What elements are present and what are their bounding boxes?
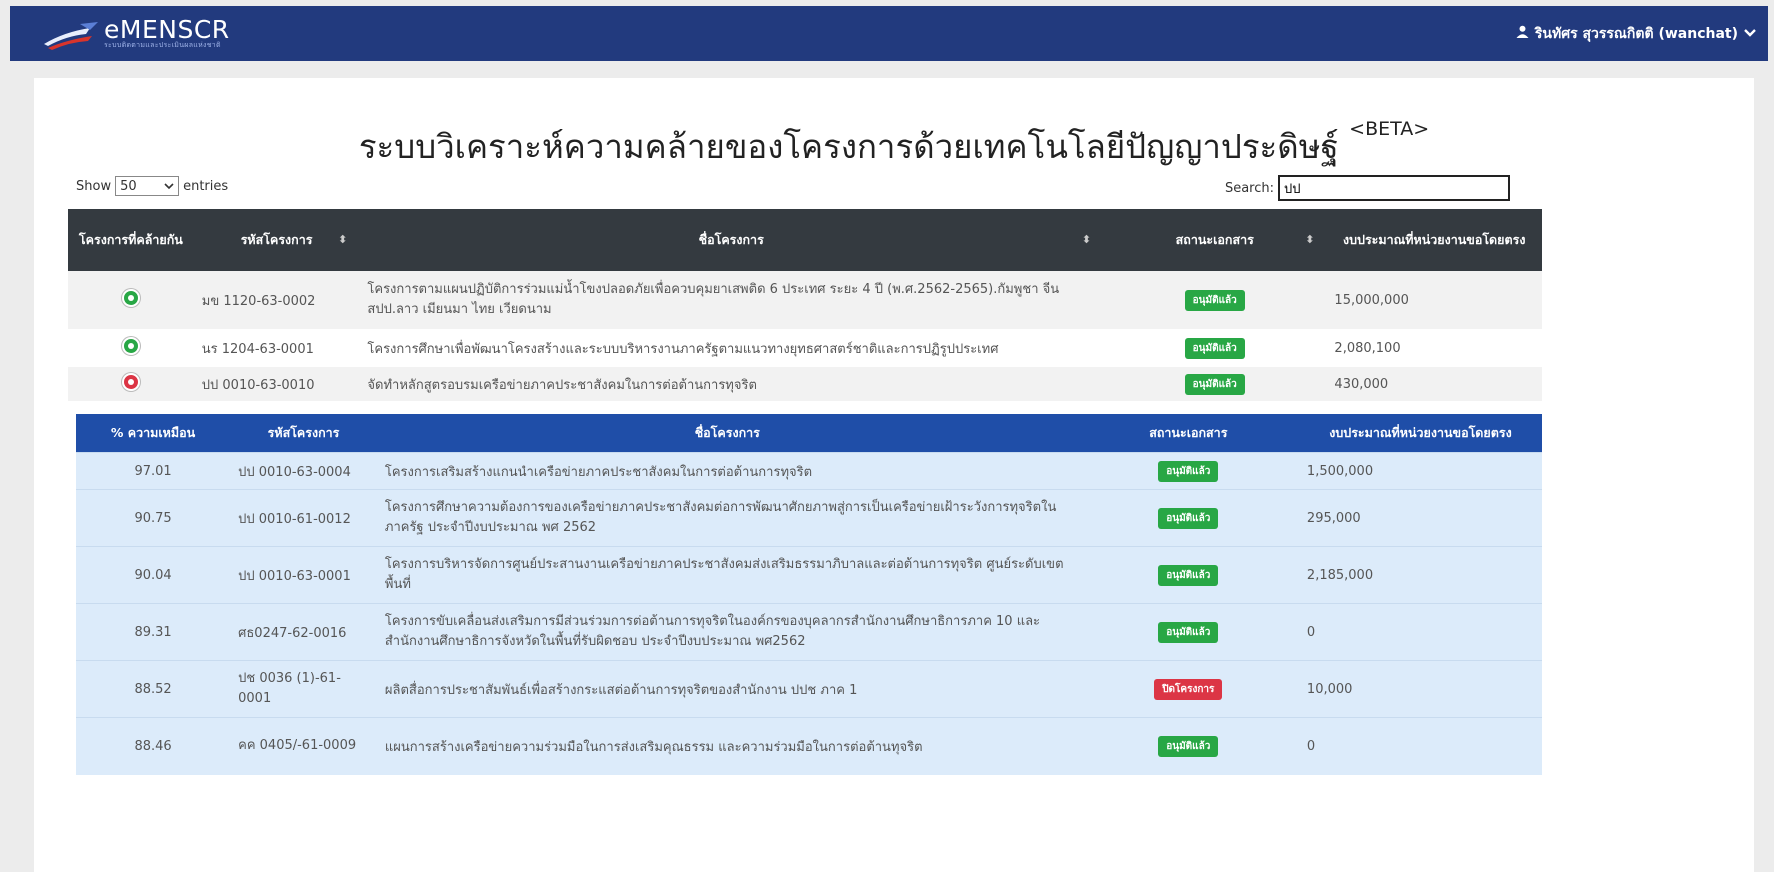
table-row[interactable]: มข 1120-63-0002 โครงการตามแผนปฏิบัติการร…: [68, 271, 1542, 329]
project-budget: 0: [1298, 717, 1542, 775]
project-budget: 0: [1298, 603, 1542, 661]
col-header-percent: % ความเหมือน: [76, 414, 231, 453]
expand-toggle-icon[interactable]: [121, 337, 140, 355]
similar-row: 88.46 คค 0405/-61-0009 แผนการสร้างเครือข…: [76, 717, 1542, 775]
search-control: Search:: [1225, 175, 1510, 201]
status-badge: อนุมัติแล้ว: [1158, 460, 1219, 482]
expand-toggle-icon[interactable]: [121, 289, 140, 307]
status-badge: อนุมัติแล้ว: [1158, 735, 1219, 757]
search-label: Search:: [1224, 180, 1274, 196]
user-name: รินทัศร สุวรรณกิตติ (wanchat): [1534, 25, 1738, 42]
project-name: โครงการขับเคลื่อนส่งเสริมการมีส่วนร่วมกา…: [376, 603, 1078, 661]
project-budget: 2,185,000: [1298, 546, 1542, 604]
project-code: ปป 0010-63-0010: [193, 367, 360, 401]
col-header-status: สถานะเอกสาร: [1077, 414, 1299, 453]
project-code: มข 1120-63-0002: [193, 271, 360, 329]
beta-label: <BETA>: [1349, 118, 1430, 140]
status-badge: ปิดโครงการ: [1154, 678, 1223, 700]
project-budget: 295,000: [1298, 489, 1542, 547]
collapse-toggle-icon[interactable]: [121, 373, 140, 391]
show-entries-control: Show 50 entries: [76, 176, 228, 196]
brand[interactable]: eMENSCR ระบบติดตามและประเมินผลแห่งชาติ: [10, 6, 230, 61]
brand-logo-icon: [40, 14, 104, 54]
project-name: โครงการเสริมสร้างแกนนำเครือข่ายภาคประชาส…: [376, 452, 1078, 490]
similar-row: 90.04 ปป 0010-63-0001 โครงการบริหารจัดกา…: [76, 546, 1542, 604]
sort-icon: ⬍: [1305, 233, 1315, 246]
content-panel: ระบบวิเคราะห์ความคล้ายของโครงการด้วยเทคโ…: [34, 78, 1754, 872]
status-badge: อนุมัติแล้ว: [1158, 621, 1219, 643]
project-name: โครงการศึกษาเพื่อพัฒนาโครงสร้างและระบบบร…: [359, 329, 1104, 367]
project-budget: 10,000: [1298, 660, 1542, 718]
project-code: ปป 0010-61-0012: [230, 489, 377, 547]
project-name: แผนการสร้างเครือข่ายความร่วมมือในการส่งเ…: [376, 717, 1078, 775]
table-row[interactable]: ปป 0010-63-0010 จัดทำหลักสูตรอบรมเครือข่…: [68, 367, 1542, 401]
col-header-status[interactable]: สถานะเอกสาร ⬍: [1103, 209, 1327, 271]
col-header-name[interactable]: ชื่อโครงการ ⬍: [359, 209, 1104, 271]
project-budget: 2,080,100: [1326, 329, 1542, 367]
similar-header-row: % ความเหมือน รหัสโครงการ ชื่อโครงการ สถา…: [76, 414, 1542, 453]
project-code: ศธ0247-62-0016: [230, 603, 377, 661]
col-header-name: ชื่อโครงการ: [376, 414, 1078, 453]
sort-icon: ⬍: [1081, 233, 1092, 246]
similar-projects-panel: % ความเหมือน รหัสโครงการ ชื่อโครงการ สถา…: [76, 414, 1542, 775]
search-input[interactable]: [1278, 175, 1510, 201]
status-badge: อนุมัติแล้ว: [1184, 337, 1245, 359]
status-badge: อนุมัติแล้ว: [1158, 564, 1219, 586]
project-budget: 430,000: [1326, 367, 1542, 401]
sort-icon: ⬍: [338, 233, 348, 246]
project-name: จัดทำหลักสูตรอบรมเครือข่ายภาคประชาสังคมใ…: [359, 367, 1104, 401]
project-code: ปป 0010-63-0004: [230, 452, 377, 490]
status-badge: อนุมัติแล้ว: [1184, 289, 1245, 311]
col-header-code[interactable]: รหัสโครงการ ⬍: [193, 209, 360, 271]
show-label: Show: [76, 178, 112, 194]
project-name: โครงการบริหารจัดการศูนย์ประสานงานเครือข่…: [376, 546, 1078, 604]
status-badge: อนุมัติแล้ว: [1158, 507, 1219, 529]
similarity-percent: 90.04: [76, 546, 231, 604]
project-name: โครงการตามแผนปฏิบัติการร่วมแม่น้ำโขงปลอด…: [359, 271, 1104, 329]
brand-subtitle: ระบบติดตามและประเมินผลแห่งชาติ: [104, 40, 221, 49]
similarity-percent: 90.75: [76, 489, 231, 547]
user-menu[interactable]: รินทัศร สุวรรณกิตติ (wanchat): [1516, 23, 1768, 45]
col-header-similar[interactable]: โครงการที่คล้ายกัน: [68, 209, 194, 271]
similar-row: 88.52 ปช 0036 (1)-61-0001 ผลิตสื่อการประ…: [76, 660, 1542, 718]
page-title-text: ระบบวิเคราะห์ความคล้ายของโครงการด้วยเทคโ…: [358, 127, 1339, 166]
entries-label: entries: [183, 178, 229, 194]
similarity-percent: 97.01: [76, 452, 231, 490]
similarity-percent: 89.31: [76, 603, 231, 661]
status-badge: อนุมัติแล้ว: [1184, 373, 1245, 395]
similar-row: 97.01 ปป 0010-63-0004 โครงการเสริมสร้างแ…: [76, 452, 1542, 490]
col-header-budget: งบประมาณที่หน่วยงานขอโดยตรง: [1298, 414, 1542, 453]
project-code: คค 0405/-61-0009: [230, 717, 377, 775]
project-budget: 1,500,000: [1298, 452, 1542, 490]
col-header-code: รหัสโครงการ: [230, 414, 377, 453]
entries-value: 50: [120, 178, 137, 194]
similarity-percent: 88.46: [76, 717, 231, 775]
project-code: ปช 0036 (1)-61-0001: [230, 660, 377, 718]
project-name: ผลิตสื่อการประชาสัมพันธ์เพื่อสร้างกระแสต…: [376, 660, 1078, 718]
project-name: โครงการศึกษาความต้องการของเครือข่ายภาคปร…: [376, 489, 1078, 547]
page-title: ระบบวิเคราะห์ความคล้ายของโครงการด้วยเทคโ…: [34, 118, 1754, 173]
col-header-budget[interactable]: งบประมาณที่หน่วยงานขอโดยตรง: [1326, 209, 1542, 271]
top-navbar: eMENSCR ระบบติดตามและประเมินผลแห่งชาติ ร…: [10, 6, 1768, 61]
similar-row: 90.75 ปป 0010-61-0012 โครงการศึกษาความต้…: [76, 489, 1542, 547]
brand-name: eMENSCR: [104, 14, 230, 44]
similar-row: 89.31 ศธ0247-62-0016 โครงการขับเคลื่อนส่…: [76, 603, 1542, 661]
projects-table: โครงการที่คล้ายกัน รหัสโครงการ ⬍ ชื่อโครง…: [68, 209, 1542, 401]
similarity-percent: 88.52: [76, 660, 231, 718]
similar-projects-table: % ความเหมือน รหัสโครงการ ชื่อโครงการ สถา…: [76, 414, 1542, 775]
table-header-row: โครงการที่คล้ายกัน รหัสโครงการ ⬍ ชื่อโครง…: [68, 209, 1542, 271]
project-code: นร 1204-63-0001: [193, 329, 360, 367]
entries-select[interactable]: 50: [115, 176, 180, 196]
project-budget: 15,000,000: [1326, 271, 1542, 329]
chevron-down-icon: [1744, 26, 1756, 42]
chevron-down-icon: [164, 179, 174, 194]
project-code: ปป 0010-63-0001: [230, 546, 377, 604]
user-icon: [1516, 25, 1529, 42]
table-row[interactable]: นร 1204-63-0001 โครงการศึกษาเพื่อพัฒนาโค…: [68, 329, 1542, 367]
